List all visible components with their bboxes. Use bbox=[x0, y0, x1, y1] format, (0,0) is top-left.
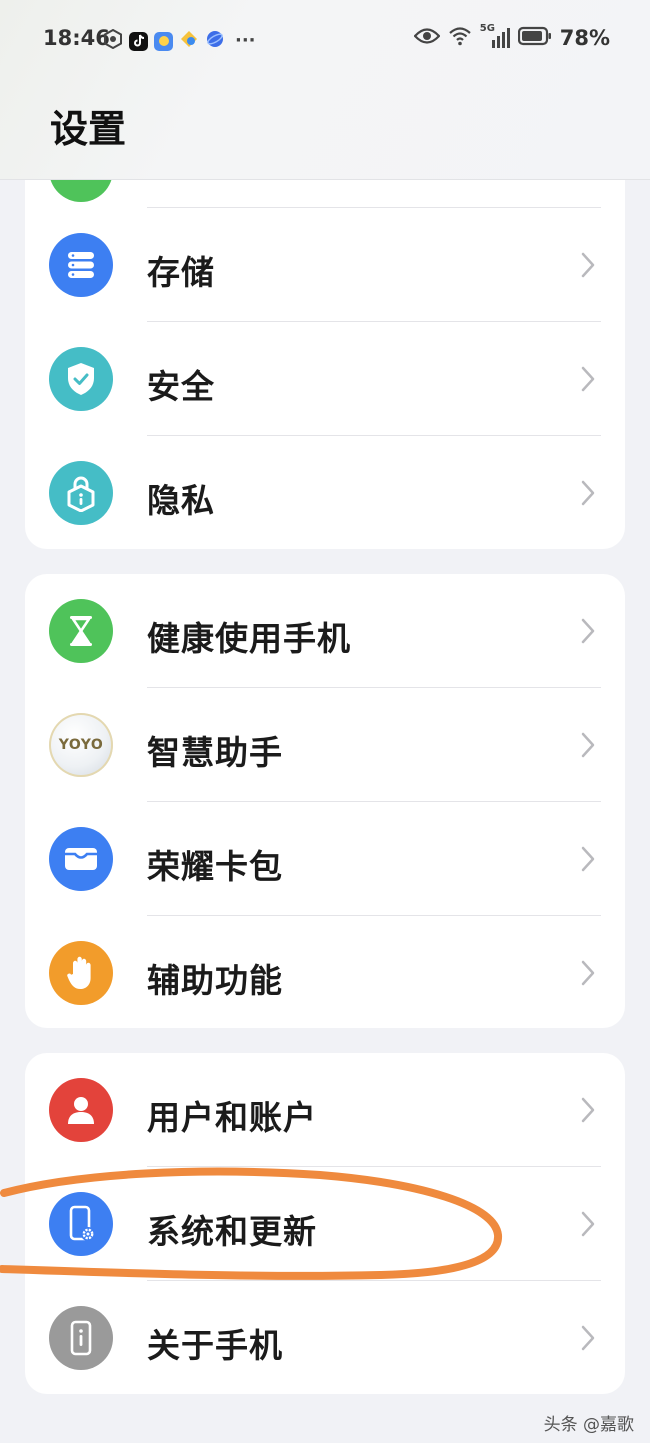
settings-item-accessibility[interactable]: 辅助功能 bbox=[25, 916, 625, 1028]
page-title: 设置 bbox=[50, 107, 127, 151]
browser-notification-icon bbox=[205, 29, 225, 53]
cellular-signal-icon: 5G bbox=[480, 23, 510, 49]
chevron-right-icon bbox=[581, 618, 595, 644]
weather-app-icon bbox=[154, 31, 173, 51]
settings-item-wallet[interactable]: 荣耀卡包 bbox=[25, 802, 625, 916]
settings-item-label: 辅助功能 bbox=[147, 961, 283, 1000]
chevron-right-icon bbox=[581, 846, 595, 872]
yoyo-icon-text: YOYO bbox=[58, 737, 104, 753]
battery-icon bbox=[517, 26, 552, 50]
tiktok-icon bbox=[129, 31, 148, 51]
status-time: 18:46 bbox=[43, 26, 110, 50]
chevron-right-icon bbox=[581, 252, 595, 278]
settings-item-label: 安全 bbox=[147, 367, 215, 406]
settings-item-security[interactable]: 安全 bbox=[25, 322, 625, 436]
settings-group-2: 健康使用手机 YOYO 智慧助手 荣耀卡包 辅助功能 bbox=[25, 574, 625, 1028]
chevron-right-icon bbox=[581, 1097, 595, 1123]
app-header: 18:46 ··· 5G 78% 设置 bbox=[0, 0, 650, 180]
chevron-right-icon bbox=[581, 960, 595, 986]
settings-item-label: 关于手机 bbox=[147, 1326, 283, 1365]
settings-item-smart-assistant[interactable]: YOYO 智慧助手 bbox=[25, 688, 625, 802]
settings-item-storage[interactable]: 存储 bbox=[25, 208, 625, 322]
settings-item-privacy[interactable]: 隐私 bbox=[25, 436, 625, 549]
hand-icon bbox=[49, 941, 113, 1005]
yoyo-icon: YOYO bbox=[49, 713, 113, 777]
settings-item-label: 系统和更新 bbox=[147, 1212, 317, 1251]
status-bar: 18:46 ··· 5G 78% bbox=[0, 0, 650, 80]
settings-item-label: 隐私 bbox=[147, 481, 215, 520]
notification-icons: ··· bbox=[103, 28, 256, 53]
watermark: 头条 @嘉歌 bbox=[543, 1415, 634, 1435]
eye-comfort-icon bbox=[413, 27, 441, 49]
app-notification-icon bbox=[179, 29, 199, 53]
storage-icon bbox=[49, 233, 113, 297]
system-update-icon bbox=[49, 1192, 113, 1256]
settings-item-label: 荣耀卡包 bbox=[147, 847, 283, 886]
wallet-icon bbox=[49, 827, 113, 891]
hourglass-icon bbox=[49, 599, 113, 663]
settings-item-label: 健康使用手机 bbox=[147, 619, 351, 658]
chevron-right-icon bbox=[581, 1325, 595, 1351]
privacy-lock-icon bbox=[49, 461, 113, 525]
settings-item-digital-balance[interactable]: 健康使用手机 bbox=[25, 574, 625, 688]
chevron-right-icon bbox=[581, 1211, 595, 1237]
phone-info-icon bbox=[49, 1306, 113, 1370]
chevron-right-icon bbox=[581, 366, 595, 392]
settings-item-system-update[interactable]: 系统和更新 bbox=[25, 1167, 625, 1281]
battery-percentage: 78% bbox=[559, 26, 610, 50]
settings-item-users-accounts[interactable]: 用户和账户 bbox=[25, 1053, 625, 1167]
settings-group-3: 用户和账户 系统和更新 关于手机 bbox=[25, 1053, 625, 1394]
chevron-right-icon bbox=[581, 732, 595, 758]
chevron-right-icon bbox=[581, 480, 595, 506]
more-notifications-icon: ··· bbox=[235, 30, 256, 51]
settings-item-about-phone[interactable]: 关于手机 bbox=[25, 1281, 625, 1394]
settings-item-label: 存储 bbox=[147, 253, 215, 292]
shield-icon bbox=[49, 347, 113, 411]
status-right: 5G 78% bbox=[413, 23, 610, 50]
hand-notification-icon bbox=[103, 28, 123, 53]
settings-item-label: 智慧助手 bbox=[147, 733, 283, 772]
user-icon bbox=[49, 1078, 113, 1142]
wifi-icon bbox=[448, 26, 472, 50]
settings-item-label: 用户和账户 bbox=[147, 1098, 317, 1137]
settings-group-1: 存储 安全 隐私 bbox=[25, 150, 625, 549]
